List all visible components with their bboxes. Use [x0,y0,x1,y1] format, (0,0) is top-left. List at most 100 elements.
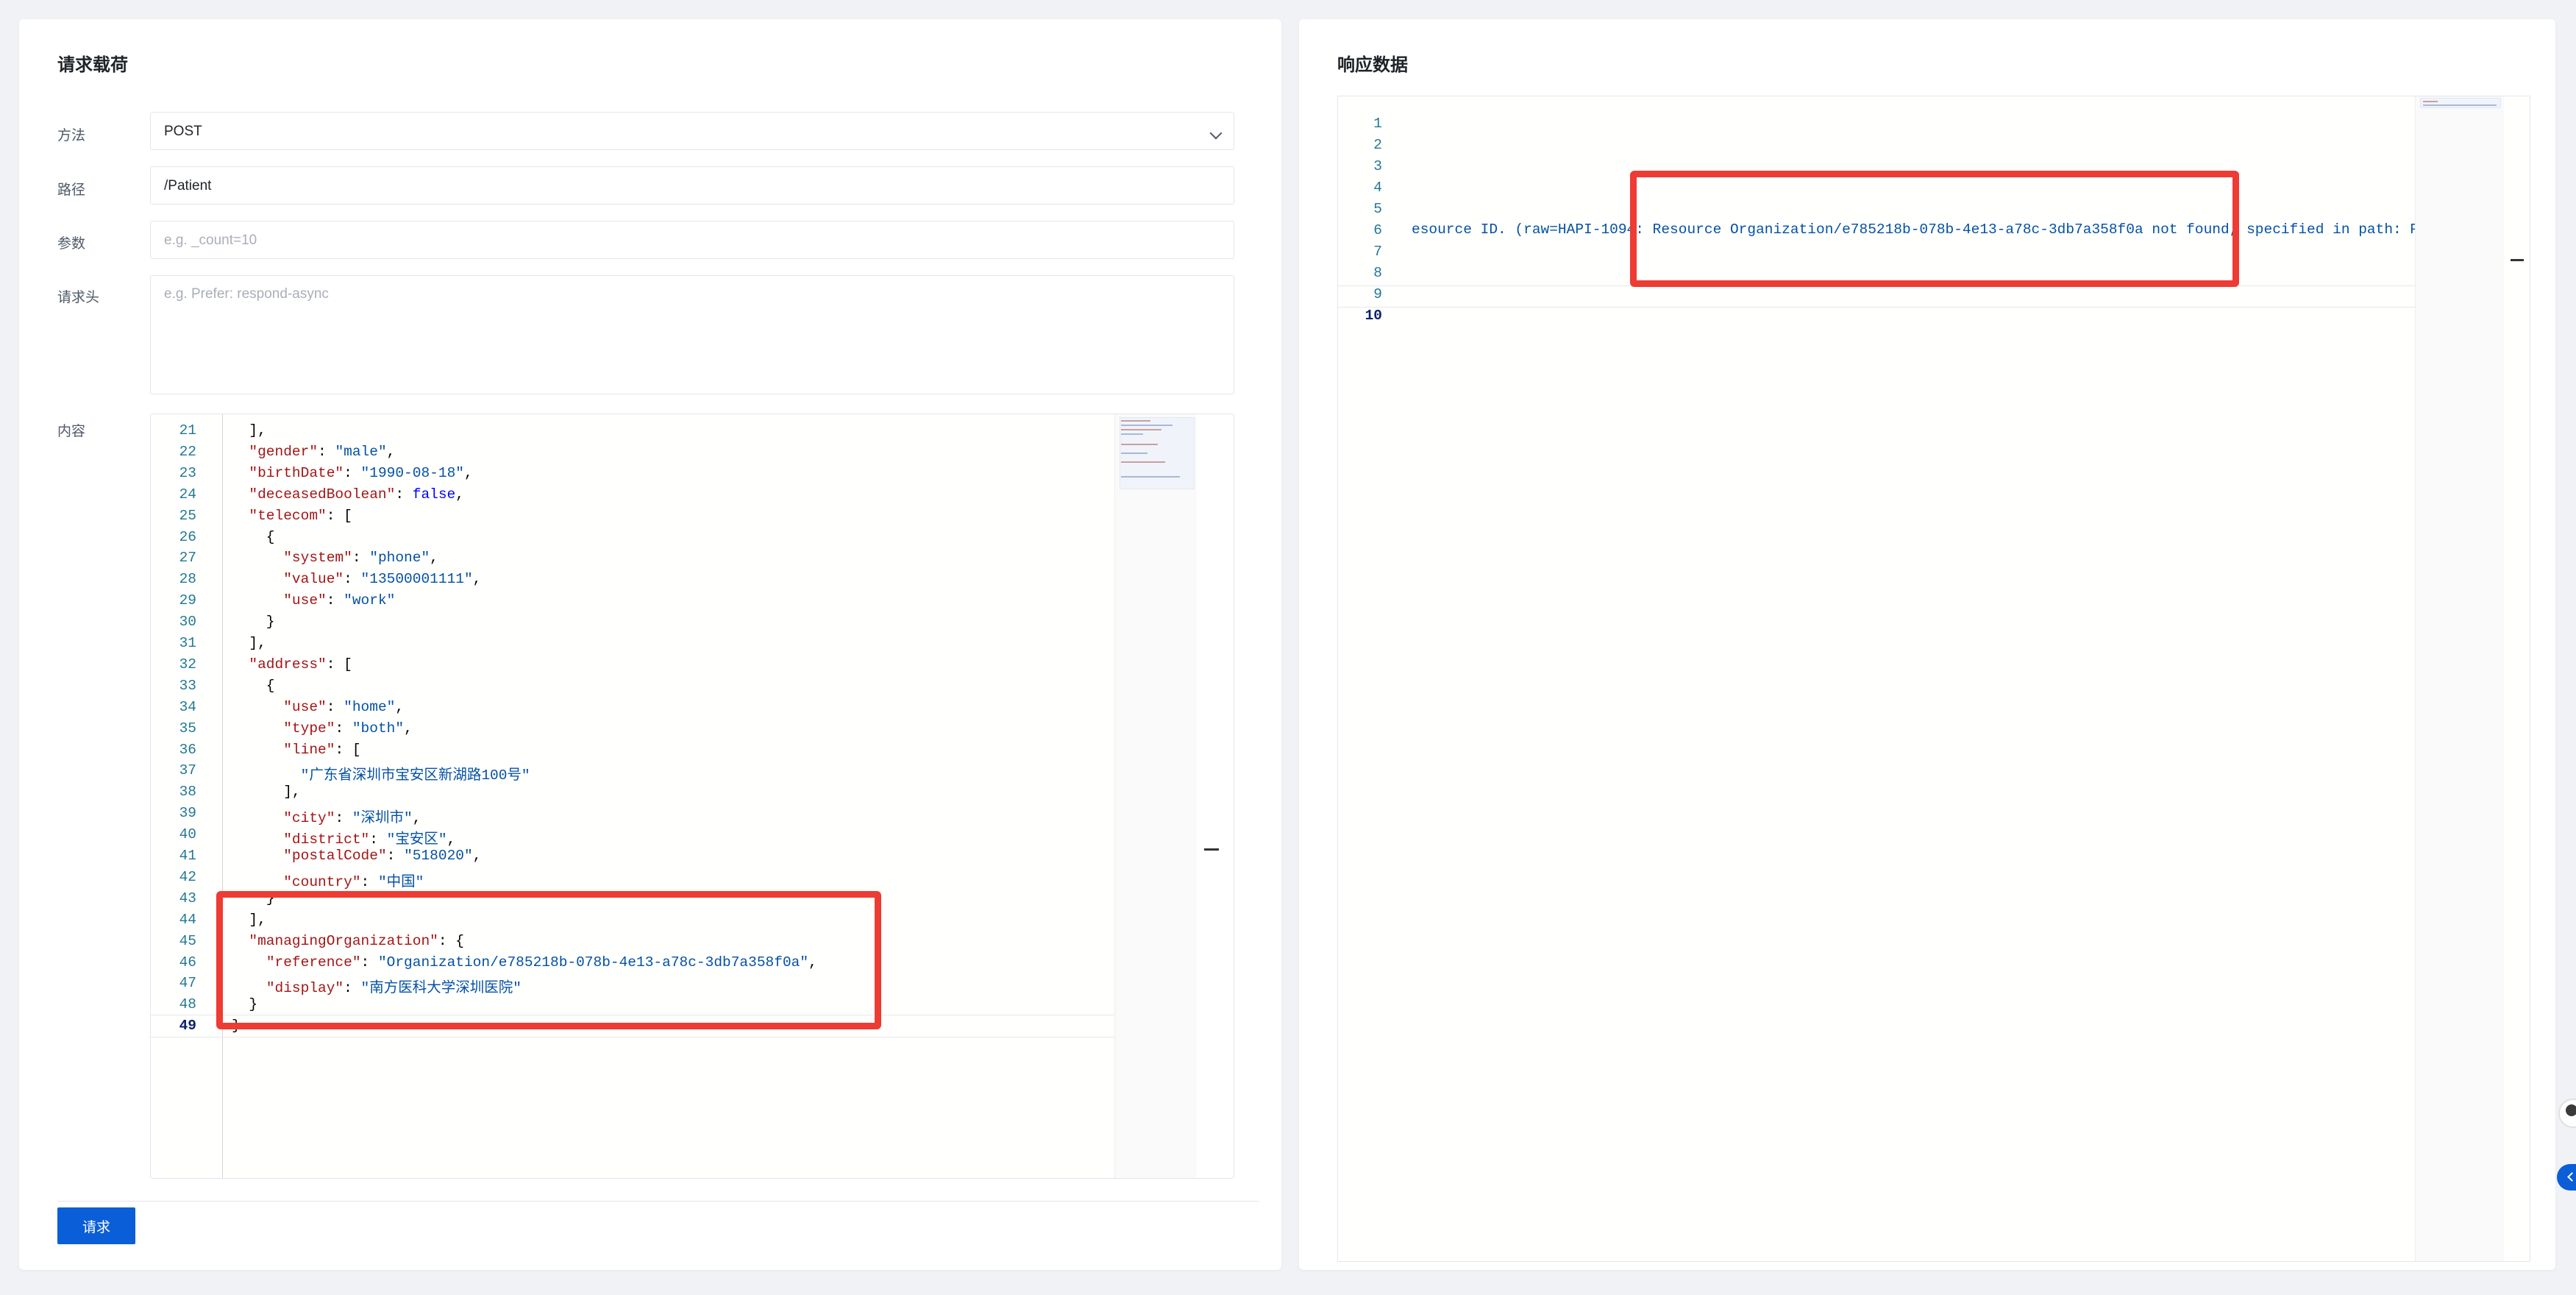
line-number: 20 [151,414,196,418]
code-token: "518020" [404,848,473,864]
request-panel: 请求载荷 方法 POST 路径 /Patient 参数 e.g. _count=… [19,19,1281,1270]
code-token: , [455,486,464,503]
code-token: "home" [344,698,396,715]
code-token: , [395,698,405,715]
code-token: : [386,848,405,864]
submit-request-button[interactable]: 请求 [57,1207,135,1244]
response-minimap[interactable] [2415,96,2504,1261]
code-token: "深圳市" [352,810,413,827]
code-line: "value": "13500001111", [232,571,481,587]
scroll-position-marker [1204,848,1219,851]
vertical-scrollbar[interactable] [1197,414,1234,1178]
code-token: : [ [335,741,361,758]
line-number: 28 [179,571,196,588]
headers-placeholder: e.g. Prefer: respond-async [164,286,329,302]
code-line: ], [232,784,301,801]
line-number: 43 [179,890,196,906]
line-number: 34 [179,698,196,715]
minimap[interactable] [1114,414,1198,1178]
line-number: 32 [179,656,196,673]
line-number: 6 [1373,222,1382,238]
code-token: "work" [344,592,396,609]
minimap-line [1121,433,1143,435]
code-token: , [404,720,413,737]
minimap-slider[interactable] [2420,98,2501,108]
code-token: "13500001111" [360,571,473,588]
line-number: 3 [1373,158,1382,174]
path-input[interactable]: /Patient [150,166,1234,205]
code-token: "1990-08-18" [360,464,464,481]
line-number: 31 [179,635,196,651]
code-line: "address": [ [232,656,352,673]
code-token: ], [232,635,266,651]
line-number: 10 [1365,308,1382,324]
scroll-position-marker [2511,259,2524,261]
code-token: "both" [352,720,405,737]
code-token: "phone" [369,550,430,567]
path-label: 路径 [57,182,86,198]
code-line: "system": "phone", [232,550,438,566]
line-number: 40 [179,826,196,843]
chevron-down-icon [1209,127,1223,140]
collapse-float-button[interactable] [2557,1164,2576,1191]
line-number: 48 [179,996,196,1013]
code-line: "use": "work" [232,592,395,609]
method-select[interactable]: POST [150,112,1234,150]
chevron-left-icon [2567,1172,2576,1182]
code-line: "city": "深圳市", [232,805,421,826]
line-number: 2 [1373,137,1382,153]
code-token: : [326,592,344,609]
line-number: 7 [1373,244,1382,260]
params-placeholder: e.g. _count=10 [164,233,257,248]
code-token: } [232,614,275,631]
code-token: "广东省深圳市宝安区新湖路100号" [300,767,530,784]
assistant-avatar[interactable] [2558,1099,2576,1128]
code-token: "value" [283,571,344,588]
code-token: "telecom" [249,507,327,524]
code-token: "postalCode" [283,848,387,864]
params-input[interactable]: e.g. _count=10 [150,221,1234,259]
line-number: 8 [1373,265,1382,281]
body-editor[interactable]: 20 21 22 23 24 25 26 27 28 29 30 31 32 33 34 35 36 37 38 3… [150,414,1234,1179]
code-line: } [232,614,275,630]
code-token: "address" [249,656,327,673]
response-panel: 响应数据 1 2 3 4 5 6 7 8 9 10 esource ID. (raw=HAPI-1… [1299,19,2555,1270]
code-line: "district": "宝安区", [232,826,455,848]
code-line: "deceasedBoolean": false, [232,486,464,503]
code-token: "city" [283,810,335,827]
line-number: 39 [179,805,196,822]
code-token: ], [232,784,301,801]
code-token: , [386,443,396,460]
error-prefix-text: esource ID. (raw=HAPI-1094 [1412,221,1636,238]
code-token: : [360,873,378,890]
line-number: 38 [179,784,196,801]
line-number: 29 [179,592,196,609]
minimap-line [1121,444,1158,445]
code-token: ], [232,422,266,439]
code-line: "birthDate": "1990-08-18", [232,464,472,481]
code-line: "telecom": [ [232,508,352,524]
method-value: POST [164,124,202,139]
highlight-annotation-box [216,891,881,1029]
line-number: 22 [179,443,196,460]
code-token: { [232,677,275,694]
code-token: , [412,810,421,827]
line-number: 42 [179,868,196,885]
code-token: "gender" [249,443,319,460]
error-suffix-text: specified in path: Pat [2238,221,2436,238]
headers-textarea[interactable]: e.g. Prefer: respond-async [150,275,1234,394]
request-panel-title: 请求载荷 [57,55,128,75]
line-number: 44 [179,911,196,928]
response-vertical-scrollbar[interactable] [2503,96,2530,1261]
code-editor[interactable]: 20 21 22 23 24 25 26 27 28 29 30 31 32 33 34 35 36 37 38 3… [151,414,1234,1178]
line-number: 5 [1373,201,1382,217]
code-line: "gender": "male", [232,444,395,460]
line-number: 47 [179,975,196,992]
